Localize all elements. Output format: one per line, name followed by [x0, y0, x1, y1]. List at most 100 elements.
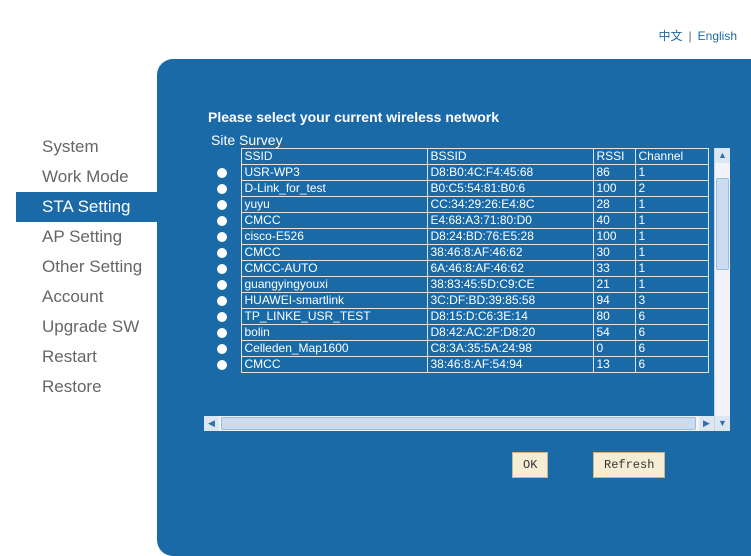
sidebar-item-account[interactable]: Account [16, 282, 162, 312]
network-radio-cell [204, 165, 241, 181]
sidebar-item-sta-setting[interactable]: STA Setting [16, 192, 162, 222]
sidebar-item-other-setting[interactable]: Other Setting [16, 252, 162, 282]
rssi-cell: 54 [592, 324, 636, 341]
network-radio-cell [204, 197, 241, 213]
lang-separator: | [688, 29, 692, 43]
scroll-right-arrow-icon[interactable]: ▶ [699, 416, 714, 431]
channel-cell: 2 [634, 180, 709, 197]
network-select-radio[interactable] [217, 359, 228, 370]
table-header-row: SSID BSSID RSSI Channel [204, 148, 709, 165]
sidebar-item-ap-setting[interactable]: AP Setting [16, 222, 162, 252]
network-radio-cell [204, 357, 241, 373]
network-radio-cell [204, 229, 241, 245]
table-row[interactable]: D-Link_for_test B0:C5:54:81:B0:6 100 2 [204, 180, 709, 197]
lang-english-link[interactable]: English [698, 29, 737, 43]
ssid-cell: HUAWEI-smartlink [240, 292, 428, 309]
rssi-cell: 86 [592, 164, 636, 181]
channel-cell: 6 [634, 340, 709, 357]
network-select-radio[interactable] [217, 279, 228, 290]
bssid-cell: 38:83:45:5D:C9:CE [426, 276, 594, 293]
channel-cell: 1 [634, 196, 709, 213]
table-row[interactable]: CMCC 38:46:8:AF:54:94 13 6 [204, 356, 709, 373]
rssi-cell: 100 [592, 180, 636, 197]
table-row[interactable]: CMCC 38:46:8:AF:46:62 30 1 [204, 244, 709, 261]
bssid-cell: E4:68:A3:71:80:D0 [426, 212, 594, 229]
network-select-radio[interactable] [217, 183, 228, 194]
ok-button[interactable]: OK [512, 452, 549, 478]
select-column-header [204, 149, 241, 165]
rssi-cell: 30 [592, 244, 636, 261]
site-survey-rows: USR-WP3 D8:B0:4C:F4:45:68 86 1 D-Link_for_te… [204, 164, 709, 373]
rssi-cell: 28 [592, 196, 636, 213]
channel-cell: 1 [634, 276, 709, 293]
bssid-cell: CC:34:29:26:E4:8C [426, 196, 594, 213]
channel-cell: 3 [634, 292, 709, 309]
ssid-cell: CMCC-AUTO [240, 260, 428, 277]
network-select-radio[interactable] [217, 215, 228, 226]
table-row[interactable]: HUAWEI-smartlink 3C:DF:BD:39:85:58 94 3 [204, 292, 709, 309]
refresh-button[interactable]: Refresh [593, 452, 666, 478]
network-select-radio[interactable] [217, 247, 228, 258]
network-select-radio[interactable] [217, 343, 228, 354]
channel-cell: 1 [634, 228, 709, 245]
network-select-radio[interactable] [217, 311, 228, 322]
vertical-scrollbar[interactable]: ▲ ▼ [714, 148, 730, 431]
network-select-radio[interactable] [217, 199, 228, 210]
scroll-down-arrow-icon[interactable]: ▼ [715, 416, 730, 431]
ssid-cell: CMCC [240, 212, 428, 229]
network-select-radio[interactable] [217, 167, 228, 178]
column-header-ssid: SSID [240, 148, 428, 165]
sidebar-item-upgrade-sw[interactable]: Upgrade SW [16, 312, 162, 342]
table-row[interactable]: cisco-E526 D8:24:BD:76:E5:28 100 1 [204, 228, 709, 245]
ssid-cell: D-Link_for_test [240, 180, 428, 197]
table-row[interactable]: CMCC E4:68:A3:71:80:D0 40 1 [204, 212, 709, 229]
ssid-cell: TP_LINKE_USR_TEST [240, 308, 428, 325]
scroll-left-arrow-icon[interactable]: ◀ [204, 416, 219, 431]
sidebar-item-restore[interactable]: Restore [16, 372, 162, 402]
site-survey-table: SSID BSSID RSSI Channel USR-WP3 D8:B0:4C:… [204, 148, 709, 373]
column-header-bssid: BSSID [426, 148, 594, 165]
horizontal-scrollbar[interactable]: ◀ ▶ [204, 416, 714, 431]
channel-cell: 6 [634, 356, 709, 373]
bssid-cell: 38:46:8:AF:54:94 [426, 356, 594, 373]
vertical-scroll-thumb[interactable] [716, 178, 729, 270]
ssid-cell: USR-WP3 [240, 164, 428, 181]
bssid-cell: D8:24:BD:76:E5:28 [426, 228, 594, 245]
channel-cell: 1 [634, 164, 709, 181]
rssi-cell: 0 [592, 340, 636, 357]
horizontal-scroll-thumb[interactable] [221, 417, 696, 430]
lang-chinese-link[interactable]: 中文 [659, 29, 683, 43]
network-radio-cell [204, 341, 241, 357]
site-survey-list[interactable]: SSID BSSID RSSI Channel USR-WP3 D8:B0:4C:… [204, 148, 751, 484]
site-survey-label: Site Survey [211, 132, 283, 148]
network-select-radio[interactable] [217, 263, 228, 274]
table-row[interactable]: yuyu CC:34:29:26:E4:8C 28 1 [204, 196, 709, 213]
scroll-up-arrow-icon[interactable]: ▲ [715, 148, 730, 163]
site-survey-viewport: SSID BSSID RSSI Channel USR-WP3 D8:B0:4C:… [204, 148, 748, 416]
rssi-cell: 33 [592, 260, 636, 277]
network-select-radio[interactable] [217, 231, 228, 242]
table-row[interactable]: Celleden_Map1600 C8:3A:35:5A:24:98 0 6 [204, 340, 709, 357]
ssid-cell: bolin [240, 324, 428, 341]
bssid-cell: D8:B0:4C:F4:45:68 [426, 164, 594, 181]
rssi-cell: 40 [592, 212, 636, 229]
table-row[interactable]: TP_LINKE_USR_TEST D8:15:D:C6:3E:14 80 6 [204, 308, 709, 325]
ssid-cell: cisco-E526 [240, 228, 428, 245]
language-switcher: 中文 | English [659, 27, 738, 44]
sidebar-item-work-mode[interactable]: Work Mode [16, 162, 162, 192]
content-panel: Please select your current wireless netw… [157, 59, 751, 556]
table-row[interactable]: CMCC-AUTO 6A:46:8:AF:46:62 33 1 [204, 260, 709, 277]
bssid-cell: 3C:DF:BD:39:85:58 [426, 292, 594, 309]
ssid-cell: guangyingyouxi [240, 276, 428, 293]
rssi-cell: 94 [592, 292, 636, 309]
table-row[interactable]: guangyingyouxi 38:83:45:5D:C9:CE 21 1 [204, 276, 709, 293]
table-row[interactable]: USR-WP3 D8:B0:4C:F4:45:68 86 1 [204, 164, 709, 181]
rssi-cell: 21 [592, 276, 636, 293]
sidebar-item-system[interactable]: System [16, 132, 162, 162]
ssid-cell: yuyu [240, 196, 428, 213]
network-select-radio[interactable] [217, 295, 228, 306]
network-radio-cell [204, 245, 241, 261]
network-select-radio[interactable] [217, 327, 228, 338]
sidebar-item-restart[interactable]: Restart [16, 342, 162, 372]
table-row[interactable]: bolin D8:42:AC:2F:D8:20 54 6 [204, 324, 709, 341]
